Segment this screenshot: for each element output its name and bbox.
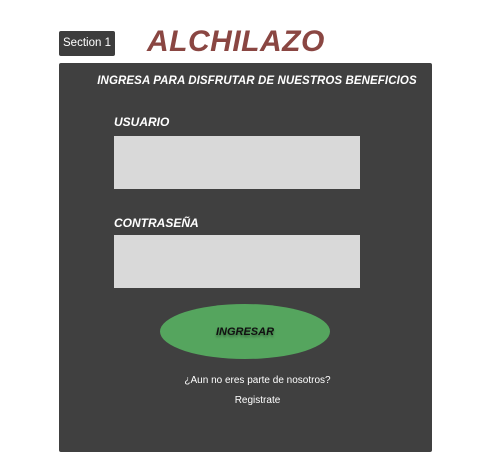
section-label: Section 1 — [59, 31, 115, 56]
login-button[interactable]: INGRESAR — [160, 304, 330, 359]
username-label: USUARIO — [114, 115, 170, 129]
login-heading: INGRESA PARA DISFRUTAR DE NUESTROS BENEF… — [97, 75, 417, 87]
register-link[interactable]: Registrate — [59, 395, 432, 406]
brand-title: ALCHILAZO — [147, 25, 325, 58]
username-input[interactable] — [114, 136, 360, 189]
login-panel: INGRESA PARA DISFRUTAR DE NUESTROS BENEF… — [59, 63, 432, 452]
page: Section 1 ALCHILAZO INGRESA PARA DISFRUT… — [0, 0, 480, 474]
password-input[interactable] — [114, 235, 360, 288]
password-label: CONTRASEÑA — [114, 216, 199, 230]
register-question: ¿Aun no eres parte de nosotros? — [184, 375, 331, 386]
